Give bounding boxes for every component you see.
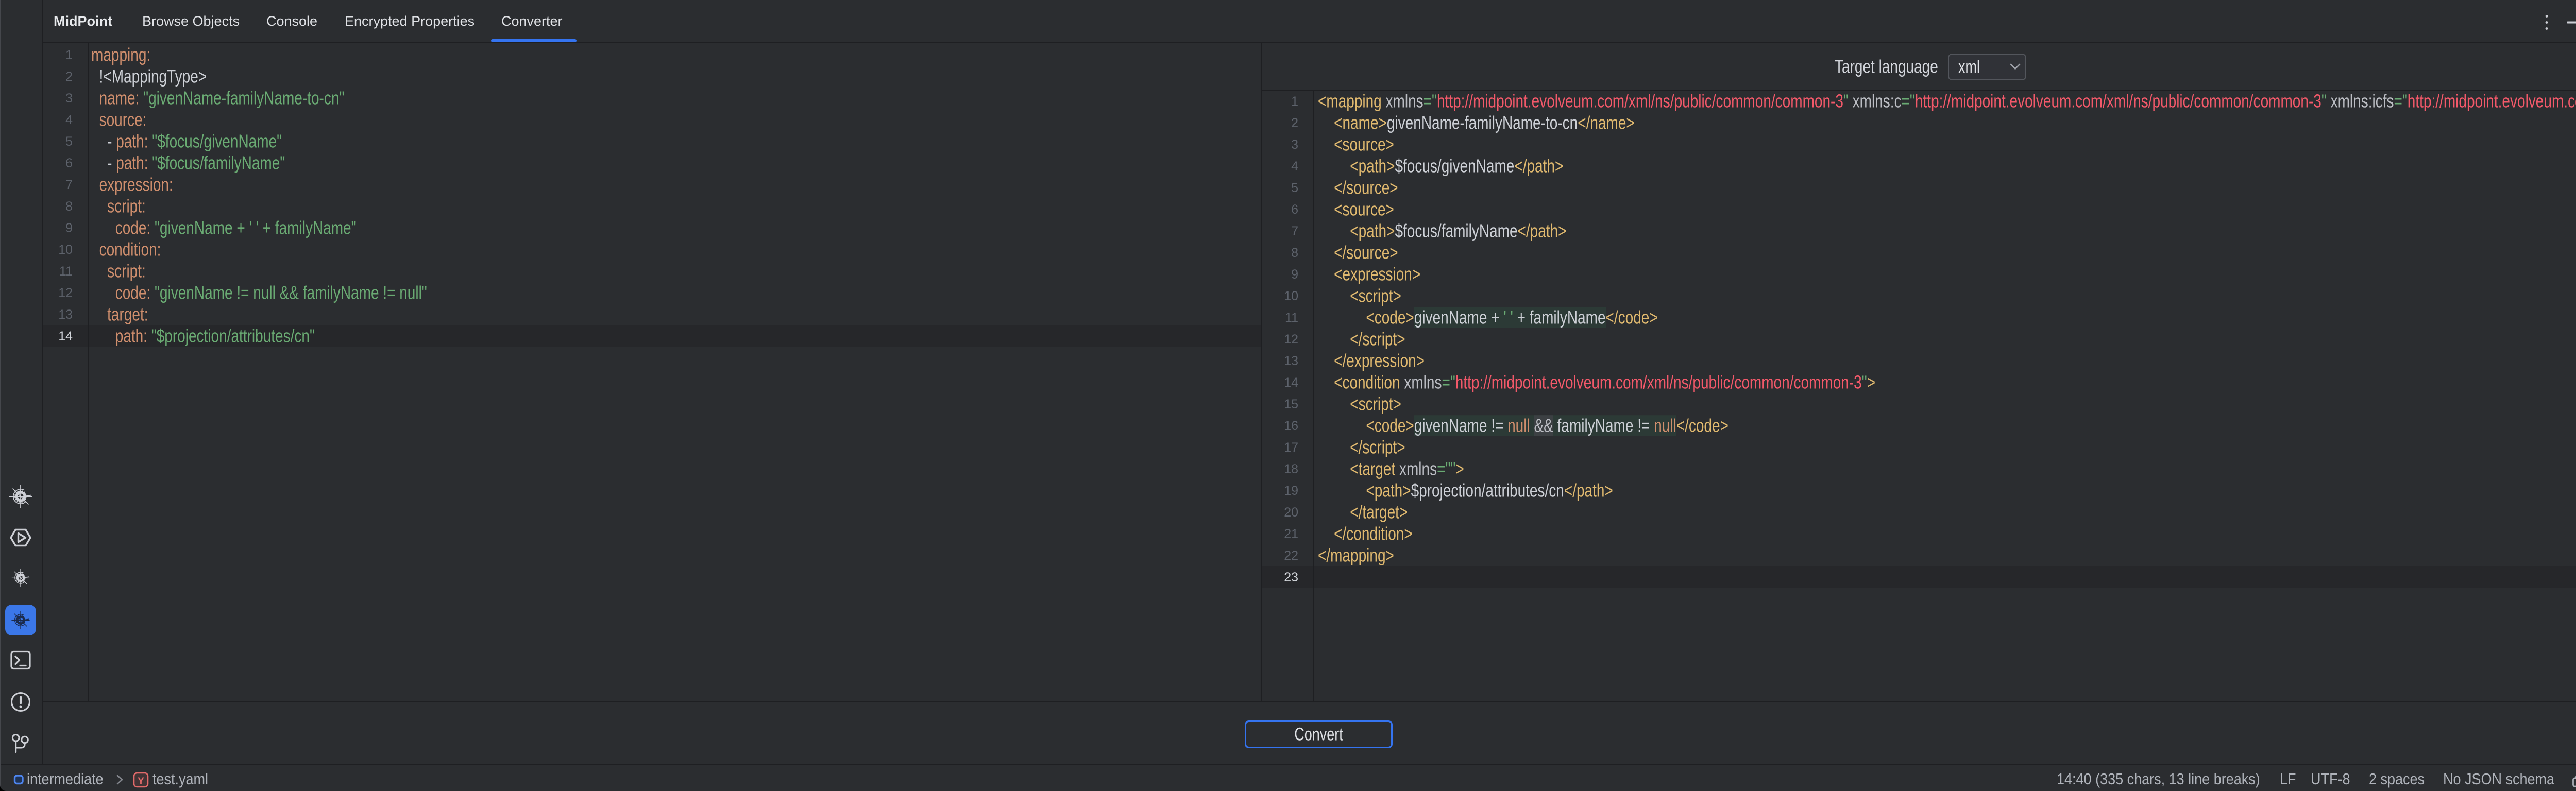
- svg-text:Y: Y: [138, 776, 144, 787]
